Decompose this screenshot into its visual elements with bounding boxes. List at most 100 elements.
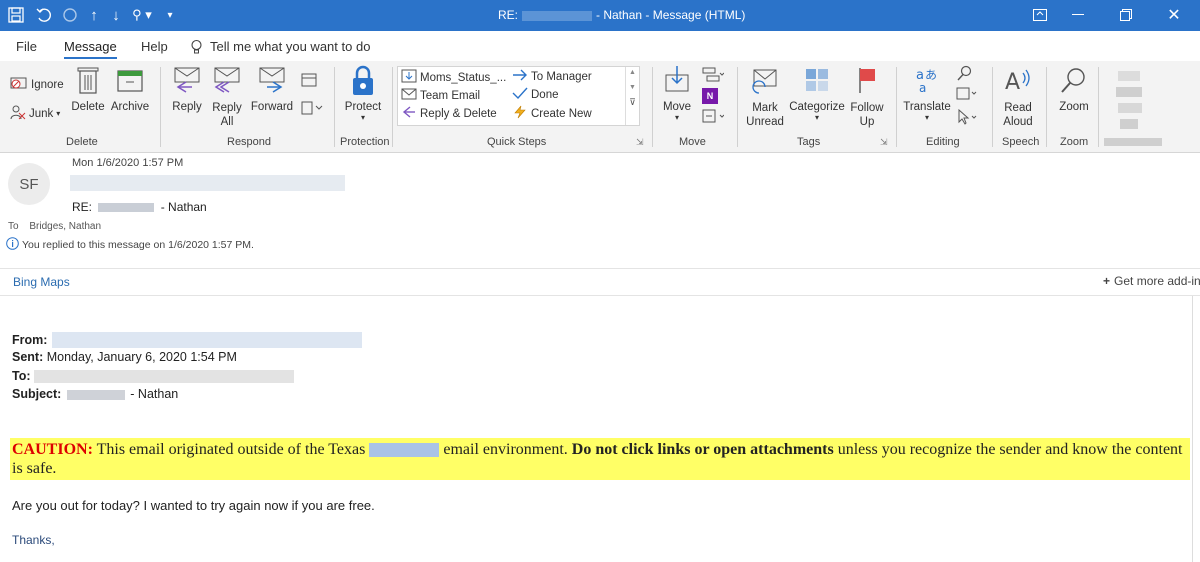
quick-step-label: Moms_Status_... (420, 71, 507, 84)
categorize-label: Categorize (789, 101, 845, 113)
restore-icon[interactable] (1116, 5, 1136, 25)
get-more-addins-link[interactable]: + Get more add-ins (1103, 274, 1200, 288)
reply-all-button[interactable]: Reply All (208, 65, 246, 129)
zoom-button[interactable]: Zoom (1054, 65, 1094, 113)
caution-text: This email originated outside of the Tex… (96, 441, 366, 458)
actions-icon[interactable] (700, 109, 726, 128)
quick-step-create-new[interactable]: Create New (512, 105, 592, 122)
move-button[interactable]: Move ▾ (660, 65, 694, 122)
junk-label: Junk (29, 107, 54, 120)
forward-label: Forward (250, 101, 294, 113)
checkmark-icon (512, 87, 528, 102)
move-icon (660, 65, 694, 98)
message-subject: RE: - Nathan (72, 200, 207, 214)
quick-step-label: Team Email (420, 89, 481, 102)
mark-unread-button[interactable]: Mark Unread (743, 65, 787, 129)
redacted-to (34, 370, 294, 383)
group-label-delete: Delete (66, 136, 98, 148)
follow-up-label: Follow Up (850, 102, 884, 128)
scroll-up-icon[interactable]: ▲ (626, 69, 639, 76)
forward-button[interactable]: Forward (250, 65, 294, 113)
redacted-block (98, 203, 155, 213)
touch-mode-icon[interactable]: ⚲ ▾ (128, 5, 156, 25)
to-recipient[interactable]: Bridges, Nathan (29, 221, 101, 232)
menu-message[interactable]: Message (64, 39, 117, 59)
redacted-group-label (1104, 138, 1162, 146)
quick-steps-scrollbar[interactable]: ▲ ▼ ⊽ (625, 67, 639, 125)
junk-icon (10, 104, 26, 123)
subject-prefix: RE: (72, 200, 93, 214)
quick-step-to-manager[interactable]: To Manager (512, 69, 592, 84)
find-icon[interactable] (956, 65, 974, 84)
dialog-launcher-icon[interactable]: ⇲ (636, 137, 644, 148)
scroll-down-icon[interactable]: ▼ (626, 84, 639, 91)
previous-item-icon[interactable]: ↑ (84, 5, 104, 25)
minimize-icon[interactable] (1068, 5, 1088, 25)
body-line: Are you out for today? I wanted to try a… (12, 498, 375, 513)
rules-icon[interactable] (700, 67, 726, 86)
chevron-down-icon: ▾ (360, 113, 365, 122)
quoted-sent: Sent: Monday, January 6, 2020 1:54 PM (12, 350, 237, 364)
magnifier-icon (1054, 65, 1094, 98)
close-icon[interactable]: ✕ (1164, 5, 1184, 25)
next-item-icon[interactable]: ↓ (106, 5, 126, 25)
quick-step-reply-delete[interactable]: Reply & Delete (401, 105, 497, 122)
quoted-subject: Subject: - Nathan (12, 387, 178, 401)
archive-label: Archive (110, 101, 150, 113)
follow-up-button[interactable]: Follow Up (848, 65, 886, 129)
archive-icon (110, 65, 150, 98)
translate-button[interactable]: aあa Translate ▾ (902, 65, 952, 122)
redacted-block (369, 443, 440, 458)
group-separator (896, 67, 897, 147)
read-aloud-label: Read Aloud (1003, 102, 1033, 128)
redo-icon[interactable] (60, 5, 80, 25)
customize-toolbar-icon[interactable]: ▾ (160, 5, 180, 25)
chevron-down-icon: ▾ (814, 113, 819, 122)
categorize-button[interactable]: Categorize ▾ (789, 65, 845, 122)
vertical-scrollbar[interactable] (1192, 296, 1200, 562)
reply-all-label: Reply All (212, 102, 242, 128)
translate-icon: aあa (902, 65, 952, 98)
menu-help[interactable]: Help (141, 39, 168, 54)
more-respond-icon[interactable] (298, 101, 326, 118)
read-aloud-button[interactable]: A Read Aloud (998, 65, 1038, 129)
quick-step-moms-status[interactable]: Moms_Status_... (401, 69, 506, 86)
ignore-button[interactable]: Ignore (10, 76, 64, 93)
archive-button[interactable]: Archive (110, 65, 150, 113)
to-line: To Bridges, Nathan (8, 221, 101, 232)
group-separator (334, 67, 335, 147)
reply-button[interactable]: Reply (168, 65, 206, 113)
select-icon[interactable] (954, 108, 980, 128)
mail-move-icon (401, 69, 417, 86)
gallery-more-icon[interactable]: ⊽ (626, 97, 639, 108)
protect-button[interactable]: Protect ▾ (340, 65, 386, 122)
svg-text:あ: あ (925, 68, 937, 82)
caution-warning: Do not click links or open attachments (571, 441, 834, 458)
ribbon-display-icon[interactable] (1030, 5, 1050, 25)
delete-button[interactable]: Delete (70, 65, 106, 113)
undo-icon[interactable] (34, 5, 54, 25)
junk-button[interactable]: Junk ▾ (10, 104, 60, 123)
quick-step-done[interactable]: Done (512, 87, 559, 102)
meeting-reply-icon[interactable] (298, 71, 320, 90)
ribbon: Ignore Junk ▾ Delete Archive Delete Repl… (0, 61, 1200, 153)
group-label-respond: Respond (227, 136, 272, 148)
subject-suffix: - Nathan (160, 200, 207, 214)
menu-file[interactable]: File (16, 39, 37, 54)
dialog-launcher-icon[interactable]: ⇲ (880, 137, 888, 148)
save-icon[interactable] (6, 5, 26, 25)
quick-step-team-email[interactable]: Team Email (401, 87, 480, 104)
quick-step-label: To Manager (531, 70, 592, 83)
onenote-icon[interactable]: N (702, 88, 718, 104)
translate-label: Translate (903, 101, 951, 113)
related-icon[interactable] (954, 87, 980, 104)
plus-icon: + (1103, 274, 1111, 288)
redacted-addin-group (1108, 71, 1164, 131)
trash-icon (70, 65, 106, 98)
move-label: Move (662, 101, 692, 113)
bing-maps-link[interactable]: Bing Maps (13, 275, 70, 289)
quick-step-label: Done (531, 88, 559, 101)
group-separator (652, 67, 653, 147)
chevron-down-icon: ▾ (924, 113, 929, 122)
tell-me-search[interactable]: Tell me what you want to do (210, 39, 370, 54)
